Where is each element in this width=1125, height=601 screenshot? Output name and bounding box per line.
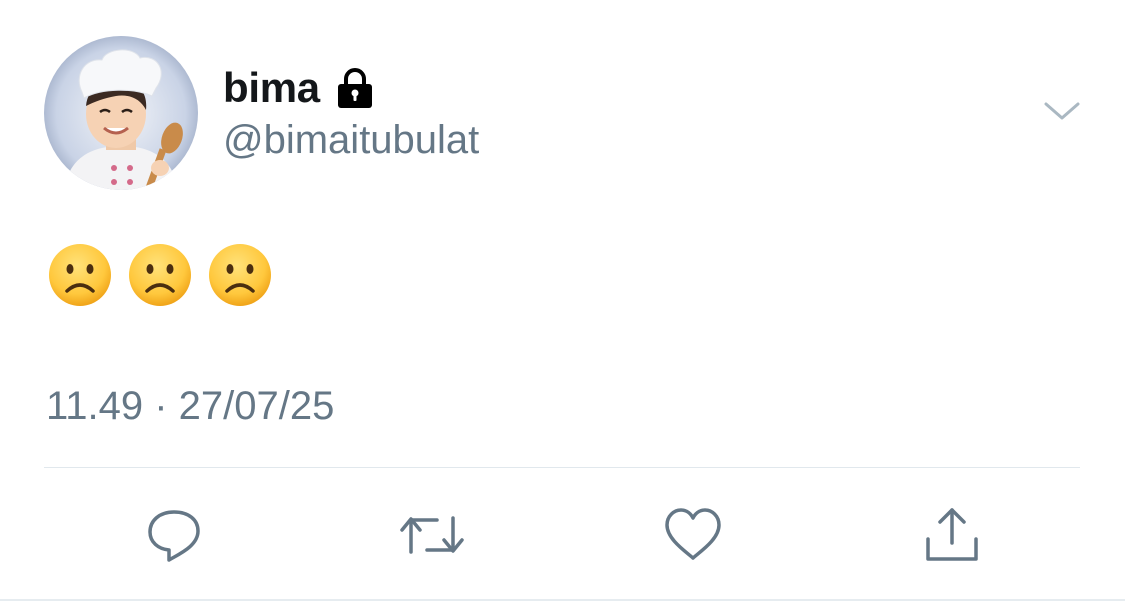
tweet-timestamp[interactable]: 11.49 · 27/07/25 (46, 384, 334, 429)
divider (44, 467, 1080, 468)
reply-button[interactable] (139, 500, 209, 570)
share-icon (926, 508, 978, 561)
reply-icon (148, 510, 200, 562)
action-bar (0, 500, 1125, 570)
heart-icon (665, 508, 721, 560)
frowning-face-emoji (128, 243, 192, 307)
retweet-icon (400, 516, 464, 554)
avatar-image (44, 36, 198, 190)
user-handle[interactable]: @bimaitubulat (223, 118, 479, 163)
tweet-detail: bima @bimaitubulat 11.49 · 27/07/25 (0, 0, 1125, 601)
display-name-row: bima (223, 62, 376, 114)
share-button[interactable] (917, 500, 987, 570)
frowning-face-emoji (208, 243, 272, 307)
tweet-text (48, 243, 272, 307)
display-name[interactable]: bima (223, 64, 320, 112)
avatar[interactable] (44, 36, 198, 190)
like-button[interactable] (658, 500, 728, 570)
chevron-down-icon[interactable] (1042, 96, 1082, 128)
lock-icon (334, 67, 376, 109)
frowning-face-emoji (48, 243, 112, 307)
retweet-button[interactable] (397, 500, 467, 570)
